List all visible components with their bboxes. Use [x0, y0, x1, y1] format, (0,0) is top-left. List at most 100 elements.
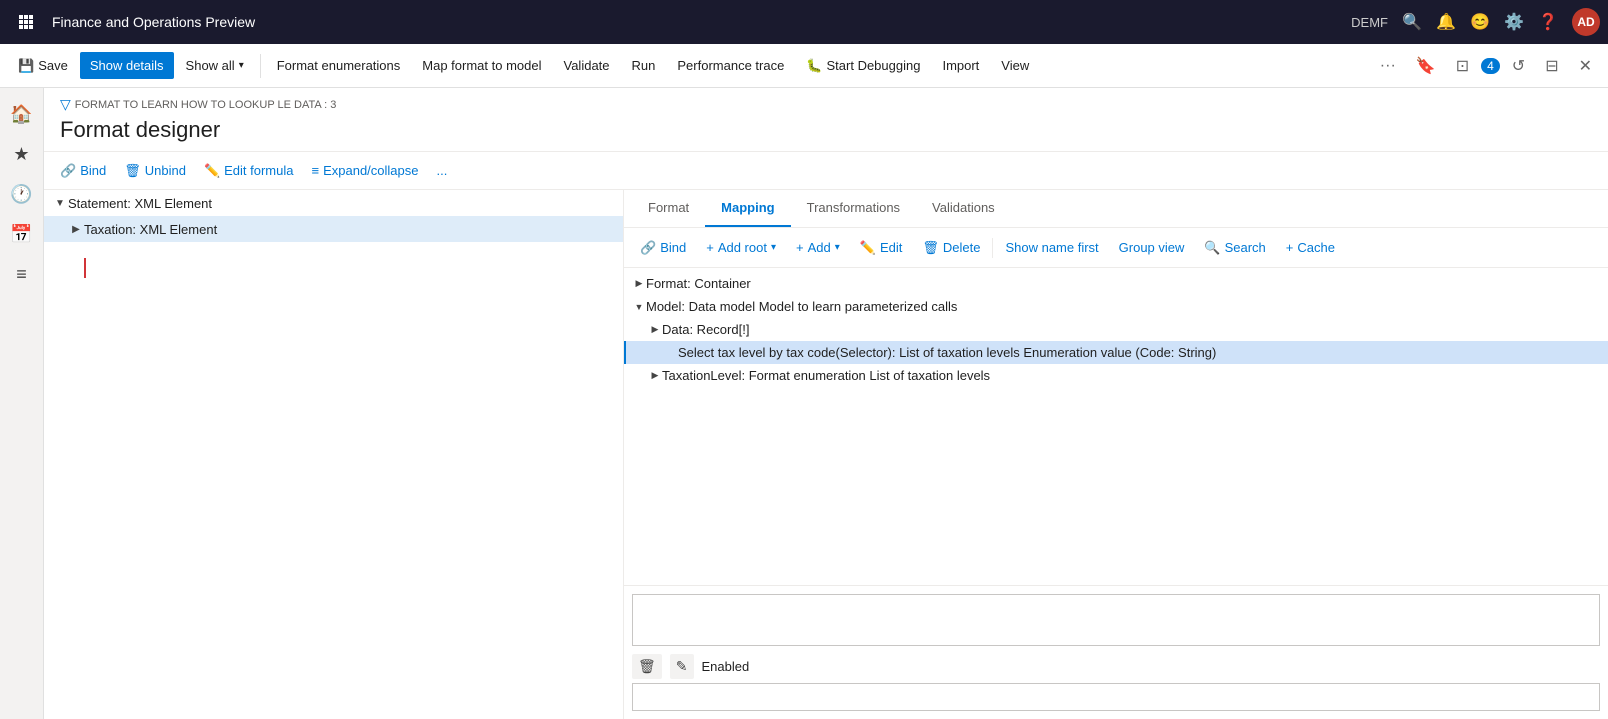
- bottom-delete-icon: 🗑: [638, 658, 656, 674]
- tab-mapping[interactable]: Mapping: [705, 190, 790, 227]
- search-icon[interactable]: 🔍: [1402, 12, 1422, 32]
- tree-label-taxation: Taxation: XML Element: [84, 222, 217, 237]
- map-format-button[interactable]: Map format to model: [412, 52, 551, 79]
- data-label-taxation-level: TaxationLevel: Format enumeration List o…: [662, 368, 990, 383]
- map-search-button[interactable]: 🔍 Search: [1196, 235, 1273, 261]
- unbind-button[interactable]: 🗑 Unbind: [116, 158, 194, 184]
- pencil-icon: ✏️: [204, 163, 220, 179]
- map-search-icon: 🔍: [1204, 240, 1220, 256]
- toggle-taxation-level[interactable]: ▶: [648, 369, 662, 383]
- face-icon[interactable]: 😊: [1470, 12, 1490, 32]
- close-icon[interactable]: ✕: [1571, 50, 1600, 82]
- start-debugging-button[interactable]: 🐛 Start Debugging: [796, 52, 930, 80]
- chevron-add-root-icon: ▾: [771, 242, 776, 253]
- tab-format[interactable]: Format: [632, 190, 705, 227]
- map-cache-button[interactable]: + Cache: [1278, 235, 1343, 260]
- import-button[interactable]: Import: [932, 52, 989, 79]
- map-show-name-first-button[interactable]: Show name first: [997, 235, 1106, 260]
- bell-icon[interactable]: 🔔: [1436, 12, 1456, 32]
- help-icon[interactable]: ❓: [1538, 12, 1558, 32]
- format-enumerations-button[interactable]: Format enumerations: [267, 52, 411, 79]
- sidebar-clock-icon[interactable]: 🕐: [4, 176, 40, 212]
- side-panel-icon[interactable]: ⊡: [1448, 50, 1477, 82]
- user-avatar[interactable]: AD: [1572, 8, 1600, 36]
- view-button[interactable]: View: [991, 52, 1039, 79]
- sidebar-list-icon[interactable]: ≡: [4, 256, 40, 292]
- debug-icon: 🐛: [806, 58, 822, 74]
- tab-validations[interactable]: Validations: [916, 190, 1011, 227]
- map-edit-pencil-icon: ✏️: [860, 240, 876, 256]
- formula-box[interactable]: [632, 594, 1600, 646]
- filter-icon: ▽: [60, 96, 71, 113]
- tree-item-taxation[interactable]: ▶ Taxation: XML Element: [44, 216, 623, 242]
- toggle-data-record[interactable]: ▶: [648, 323, 662, 337]
- data-label-select-tax: Select tax level by tax code(Selector): …: [678, 345, 1216, 360]
- top-bar-right: DEMF 🔍 🔔 😊 ⚙️ ❓ AD: [1351, 8, 1600, 36]
- page-title: Format designer: [60, 117, 1592, 143]
- split-panel: ▼ Statement: XML Element ▶ Taxation: XML…: [44, 190, 1608, 719]
- user-company: DEMF: [1351, 15, 1388, 30]
- expand-collapse-button[interactable]: ≡ Expand/collapse: [304, 158, 427, 183]
- edit-formula-button[interactable]: ✏️ Edit formula: [196, 158, 302, 184]
- tree-label-statement: Statement: XML Element: [68, 196, 212, 211]
- settings-icon[interactable]: ⚙️: [1504, 12, 1524, 32]
- save-icon: 💾: [18, 58, 34, 74]
- toolbar-separator-1: [260, 54, 261, 78]
- tree-item-statement[interactable]: ▼ Statement: XML Element: [44, 190, 623, 216]
- more-button[interactable]: ...: [429, 158, 456, 183]
- bottom-edit-button[interactable]: ✎: [670, 654, 694, 679]
- right-panel: Format Mapping Transformations Validatio…: [624, 190, 1608, 719]
- secondary-toolbar: 🔗 Bind 🗑 Unbind ✏️ Edit formula ≡ Expand…: [44, 152, 1608, 190]
- map-bind-button[interactable]: 🔗 Bind: [632, 235, 694, 261]
- validate-button[interactable]: Validate: [554, 52, 620, 79]
- enabled-label: Enabled: [702, 659, 750, 674]
- restore-icon[interactable]: ⊟: [1537, 50, 1566, 82]
- data-item-taxation-level[interactable]: ▶ TaxationLevel: Format enumeration List…: [624, 364, 1608, 387]
- badge-icon[interactable]: 4: [1481, 58, 1500, 74]
- bottom-delete-button[interactable]: 🗑: [632, 654, 662, 679]
- show-details-button[interactable]: Show details: [80, 52, 174, 79]
- refresh-icon[interactable]: ↺: [1504, 50, 1533, 82]
- run-button[interactable]: Run: [622, 52, 666, 79]
- sidebar-star-icon[interactable]: ★: [4, 136, 40, 172]
- data-item-data-record[interactable]: ▶ Data: Record[!]: [624, 318, 1608, 341]
- map-delete-button[interactable]: 🗑 Delete: [914, 235, 988, 261]
- toggle-icon-taxation[interactable]: ▶: [68, 221, 84, 237]
- data-tree: ▶ Format: Container ▼ Model: Data model …: [624, 268, 1608, 585]
- bookmark-icon[interactable]: 🔖: [1408, 50, 1444, 82]
- map-add-root-button[interactable]: + Add root ▾: [698, 235, 784, 260]
- data-item-model[interactable]: ▼ Model: Data model Model to learn param…: [624, 295, 1608, 318]
- app-title: Finance and Operations Preview: [52, 14, 1351, 30]
- enabled-input[interactable]: [632, 683, 1600, 711]
- sidebar-calendar-icon[interactable]: 📅: [4, 216, 40, 252]
- waffle-menu-icon[interactable]: [8, 4, 44, 40]
- map-group-view-button[interactable]: Group view: [1111, 235, 1193, 260]
- data-item-format[interactable]: ▶ Format: Container: [624, 272, 1608, 295]
- bottom-actions: 🗑 ✎ Enabled: [632, 654, 1600, 679]
- map-edit-button[interactable]: ✏️ Edit: [852, 235, 911, 261]
- unbind-icon: 🗑: [124, 163, 141, 179]
- toggle-format[interactable]: ▶: [632, 277, 646, 291]
- data-item-select-tax[interactable]: Select tax level by tax code(Selector): …: [624, 341, 1608, 364]
- map-cache-icon: +: [1286, 240, 1294, 255]
- map-add-root-icon: +: [706, 240, 714, 255]
- expand-icon: ≡: [312, 163, 320, 178]
- map-add-button[interactable]: + Add ▾: [788, 235, 848, 260]
- bind-button[interactable]: 🔗 Bind: [52, 158, 114, 184]
- sidebar-home-icon[interactable]: 🏠: [4, 96, 40, 132]
- left-sidebar: 🏠 ★ 🕐 📅 ≡: [0, 88, 44, 719]
- chevron-down-icon: ▾: [239, 60, 244, 71]
- bind-icon: 🔗: [60, 163, 76, 179]
- tab-transformations[interactable]: Transformations: [791, 190, 916, 227]
- toggle-icon-statement[interactable]: ▼: [52, 195, 68, 211]
- performance-trace-button[interactable]: Performance trace: [667, 52, 794, 79]
- left-panel: ▼ Statement: XML Element ▶ Taxation: XML…: [44, 190, 624, 719]
- toggle-model[interactable]: ▼: [632, 300, 646, 314]
- data-label-data-record: Data: Record[!]: [662, 322, 749, 337]
- show-all-button[interactable]: Show all ▾: [176, 52, 254, 79]
- overflow-icon[interactable]: ···: [1372, 51, 1404, 81]
- bottom-panel: 🗑 ✎ Enabled: [624, 585, 1608, 719]
- toggle-select-tax: [664, 346, 678, 360]
- page-header: ▽ FORMAT TO LEARN HOW TO LOOKUP LE DATA …: [44, 88, 1608, 152]
- save-button[interactable]: 💾 Save: [8, 52, 78, 80]
